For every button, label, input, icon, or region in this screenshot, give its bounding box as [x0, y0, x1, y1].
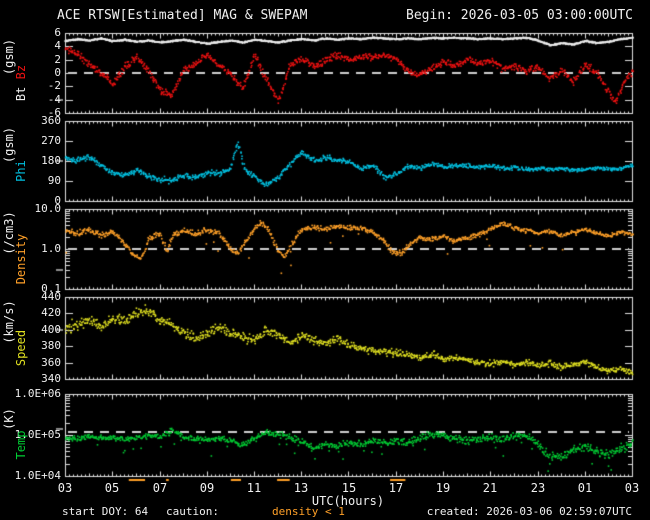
begin-timestamp: Begin: 2026-03-05 03:00:00UTC — [406, 8, 633, 23]
y-axis-label-part: Temp — [14, 430, 28, 460]
x-tick-label: 11 — [246, 481, 262, 495]
y-axis-label-part: Bt — [14, 86, 28, 101]
y-tick-label: 90 — [47, 174, 61, 187]
y-axis-label: Speed — [14, 329, 28, 366]
ace-rtsw-plot: ACE RTSW[Estimated] MAG & SWEPAM Begin: … — [0, 0, 650, 520]
y-axis-label: Bt Bz — [14, 64, 28, 101]
y-axis-unit: (km/s) — [2, 299, 16, 344]
footer-start-doy: start DOY: 64 — [62, 505, 149, 518]
y-axis-unit: (gsm) — [2, 38, 16, 76]
footer-caution-label: caution: — [166, 505, 219, 518]
y-axis-label-part: Speed — [14, 329, 28, 366]
y-axis-label: Temp — [14, 430, 28, 460]
x-tick-label: 09 — [199, 481, 215, 495]
y-tick-label: 360 — [41, 356, 61, 369]
x-tick-label: 19 — [435, 481, 451, 495]
x-tick-label: 21 — [482, 481, 498, 495]
y-axis-unit: (K) — [2, 407, 16, 430]
x-tick-label: 17 — [388, 481, 404, 495]
y-axis-unit: (/cm3) — [2, 211, 16, 255]
x-tick-label: 07 — [152, 481, 168, 495]
x-tick-label: 05 — [104, 481, 120, 495]
x-tick-label: 23 — [530, 481, 546, 495]
y-tick-label: 1.0E+06 — [14, 387, 61, 400]
x-tick-label: 01 — [577, 481, 593, 495]
y-tick-label: 6 — [54, 26, 61, 39]
x-tick-label: 03 — [624, 481, 640, 495]
y-tick-label: 1.0E+05 — [14, 428, 61, 441]
footer-created-timestamp: created: 2026-03-06 02:59:07UTC — [426, 505, 632, 518]
x-tick-label: 13 — [293, 481, 309, 495]
y-axis-unit: (gsm) — [2, 126, 16, 164]
y-tick-label: -2 — [47, 79, 61, 92]
y-axis-label: Density — [14, 233, 28, 284]
y-tick-label: 1.0E+04 — [14, 469, 61, 482]
y-tick-label: -4 — [47, 93, 61, 106]
y-axis-label-part: Phi — [14, 159, 28, 182]
y-tick-label: 360 — [41, 114, 61, 127]
y-tick-label: 340 — [41, 372, 61, 385]
plot-canvas — [0, 0, 650, 520]
y-axis-label-part: Bz — [14, 64, 28, 87]
x-tick-label: 03 — [57, 481, 73, 495]
y-axis-label: Phi — [14, 159, 28, 182]
y-axis-label-part: Density — [14, 233, 28, 284]
footer-caution-value: density < 1 — [272, 505, 345, 518]
plot-title: ACE RTSW[Estimated] MAG & SWEPAM — [57, 8, 308, 23]
x-tick-label: 15 — [341, 481, 357, 495]
